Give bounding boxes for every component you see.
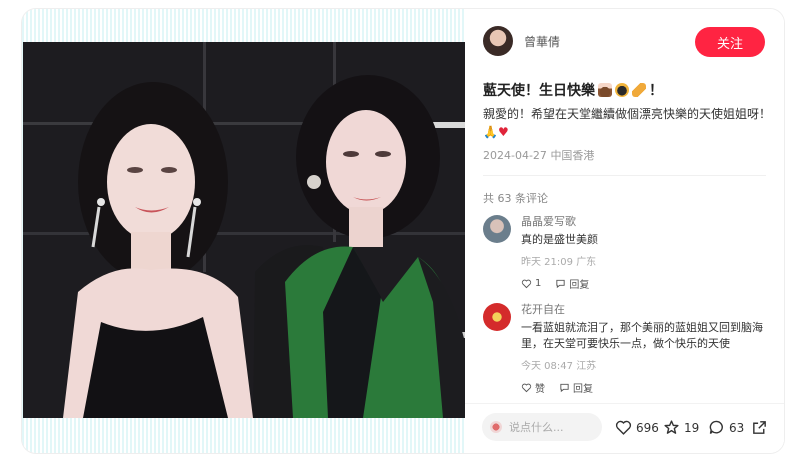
post-title-row: 藍天使！生日快樂 ！ [483,80,663,100]
share-icon [753,421,766,434]
comment-meta: 昨天 21:09 广东 [521,253,771,268]
comments-button[interactable]: 63 [708,419,744,436]
comment-reply-label: 回复 [569,280,590,291]
reply-bubble-icon [556,279,565,289]
party-popper-icon [632,83,646,97]
photo-illustration [23,42,465,418]
heart-outline-icon [521,383,532,393]
media-area [22,9,465,453]
follow-button[interactable]: 关注 [695,27,765,57]
author-info[interactable]: 曾華倩 [483,25,560,57]
comment-time: 今天 08:47 [521,361,573,372]
heart-icon: ♥ [497,125,509,139]
star-outline-icon [664,420,679,434]
comment-meta: 今天 08:47 江苏 [521,357,771,372]
comment-like-count: 1 [535,278,542,289]
commenter-name[interactable]: 花开自在 [521,303,771,317]
comment-text: 一看蓝姐就流泪了，那个美丽的蓝姐姐又回到脑海里，在天堂可要快乐一点，做个快乐的天… [521,321,763,350]
user-avatar-icon [490,421,502,433]
comment-bubble-icon [709,420,723,434]
cake-icon [598,83,612,97]
crown-icon [615,83,629,97]
post-title-end: ！ [649,83,663,99]
comment-time: 昨天 21:09 [521,257,573,268]
post-description-block: 親愛的！希望在天堂繼續做個漂亮快樂的天使姐姐呀！ 🙏♥ [483,105,773,141]
heart-outline-icon [521,279,532,289]
comment-input[interactable]: 说点什么... [482,413,602,441]
comment-like-button[interactable]: 赞 [521,380,545,395]
post-date: 2024-04-27 [483,149,547,162]
comment-actions: 1 回复 [521,276,771,291]
note-card: 曾華倩 关注 藍天使！生日快樂 ！ 親愛的！希望在天堂繼續做個漂亮快樂的天使姐姐… [22,9,784,453]
post-meta: 2024-04-27 中国香港 [483,147,594,163]
comment-location: 江苏 [576,361,597,372]
detail-panel: 曾華倩 关注 藍天使！生日快樂 ！ 親愛的！希望在天堂繼續做個漂亮快樂的天使姐姐… [465,9,784,453]
comment-reply-button[interactable]: 回复 [559,380,593,395]
comments-count: 共 63 条评论 [483,192,548,205]
commenter-name[interactable]: 晶晶爱写歌 [521,215,771,229]
like-count: 696 [636,420,659,435]
comment-actions: 赞 回复 [521,380,771,395]
author-name[interactable]: 曾華倩 [524,33,560,50]
post-location: 中国香港 [550,149,595,162]
share-button[interactable] [751,419,768,436]
comment-reply-button[interactable]: 回复 [555,276,589,291]
post-title: 藍天使！生日快樂 [483,83,595,99]
reply-bubble-icon [560,383,569,393]
commenter-avatar[interactable] [483,303,511,331]
comment-location: 广东 [576,257,597,268]
commenter-avatar[interactable] [483,215,511,243]
engagement-bar: 说点什么... 696 19 63 [465,403,784,453]
comment-like-count: 赞 [535,384,545,395]
comment-text: 真的是盛世美颜 [521,233,598,246]
comment-count: 63 [729,420,745,435]
author-avatar[interactable] [483,26,513,56]
post-description: 親愛的！希望在天堂繼續做個漂亮快樂的天使姐姐呀！ [483,107,772,121]
praying-hands-icon: 🙏 [483,125,498,139]
collect-count: 19 [684,420,700,435]
collect-button[interactable]: 19 [663,419,699,436]
heart-outline-icon [615,420,632,435]
like-button[interactable]: 696 [615,419,659,436]
comment-reply-label: 回复 [573,384,593,395]
comment-like-button[interactable]: 1 [521,278,541,289]
post-photo[interactable] [23,42,465,418]
comment-input-placeholder: 说点什么... [509,421,564,434]
divider [483,175,766,176]
